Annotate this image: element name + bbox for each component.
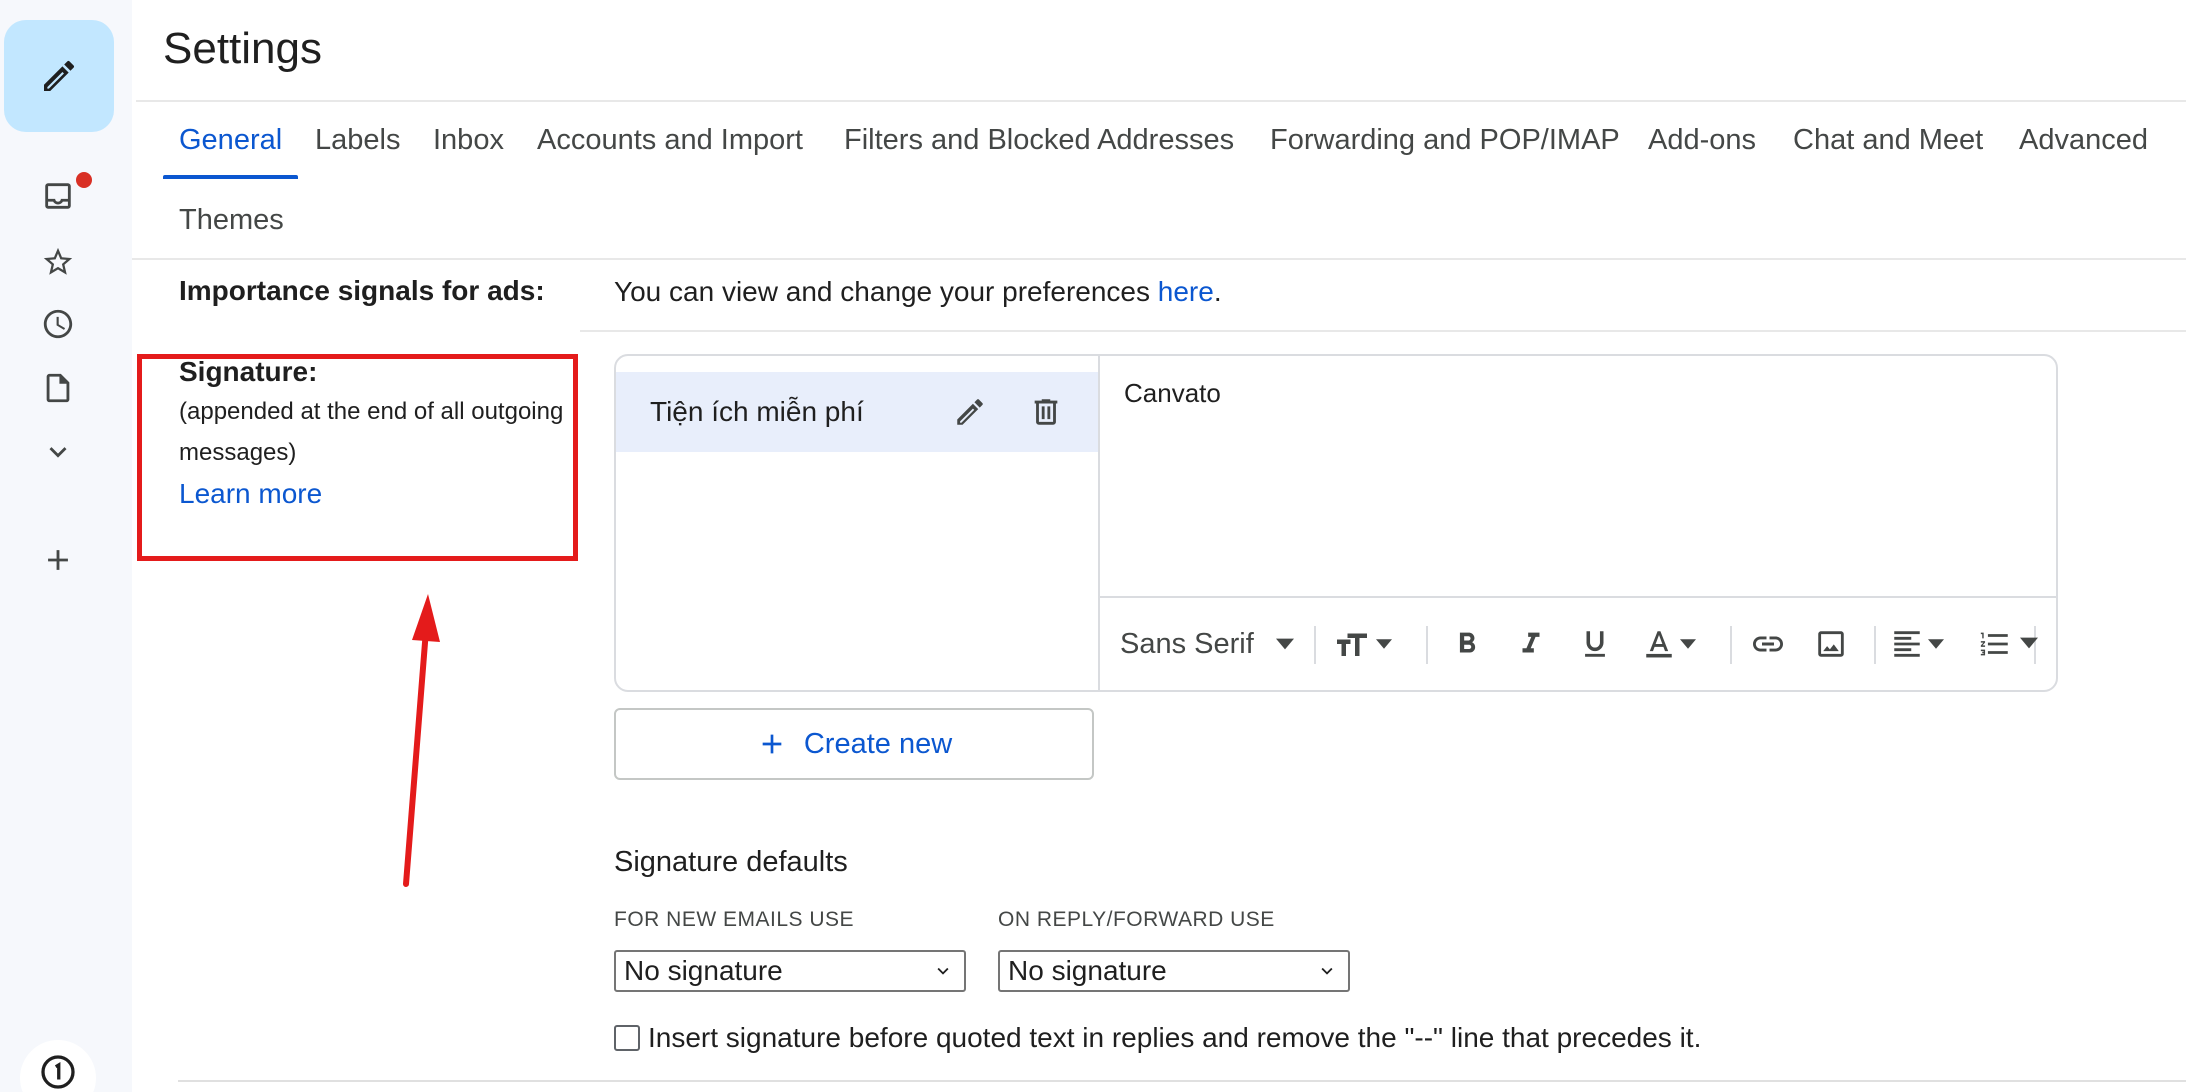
clock-icon[interactable] bbox=[38, 304, 78, 344]
signature-content[interactable]: Canvato bbox=[1124, 378, 1221, 409]
font-family-label: Sans Serif bbox=[1120, 627, 1254, 660]
plus-icon bbox=[762, 734, 782, 754]
font-size-button[interactable] bbox=[1334, 624, 1392, 664]
insert-before-quoted-checkbox[interactable] bbox=[614, 1025, 640, 1051]
signature-name: Tiện ích miễn phí bbox=[650, 396, 864, 427]
row-divider bbox=[580, 330, 2186, 332]
tab-themes[interactable]: Themes bbox=[179, 204, 284, 237]
signature-list-item[interactable]: Tiện ích miễn phí bbox=[616, 372, 1098, 452]
tab-labels[interactable]: Labels bbox=[315, 124, 400, 157]
edit-pencil-icon[interactable] bbox=[950, 392, 990, 432]
text-size-icon bbox=[1337, 633, 1367, 656]
unread-dot bbox=[76, 172, 92, 188]
tabs-divider bbox=[132, 258, 2186, 260]
font-family-select[interactable]: Sans Serif bbox=[1120, 624, 1294, 664]
title-divider bbox=[136, 100, 2186, 102]
chevron-down-icon bbox=[1321, 967, 1333, 975]
compose-button[interactable] bbox=[4, 20, 114, 132]
reply-forward-signature-select[interactable]: No signature bbox=[998, 950, 1350, 992]
support-icon[interactable] bbox=[20, 1040, 96, 1092]
tab-advanced[interactable]: Advanced bbox=[2019, 124, 2148, 157]
toolbar-separator bbox=[1426, 626, 1428, 664]
toolbar-separator bbox=[1874, 626, 1876, 664]
tab-chat-and-meet[interactable]: Chat and Meet bbox=[1793, 124, 1983, 157]
bottom-divider bbox=[178, 1080, 2186, 1082]
tab-accounts-and-import[interactable]: Accounts and Import bbox=[537, 124, 803, 157]
size-dropdown-arrow-icon bbox=[1376, 639, 1392, 649]
reply-forward-signature-value: No signature bbox=[1008, 955, 1167, 986]
signature-defaults-title: Signature defaults bbox=[614, 846, 848, 878]
more-formatting-arrow-icon[interactable] bbox=[2020, 636, 2038, 654]
numbered-list-icon[interactable] bbox=[1978, 624, 2012, 664]
chevron-down-icon bbox=[937, 967, 949, 975]
importance-signals-label: Importance signals for ads: bbox=[179, 275, 545, 306]
chevron-down-icon[interactable] bbox=[38, 432, 78, 472]
tab-filters-and-blocked-addresses[interactable]: Filters and Blocked Addresses bbox=[844, 124, 1234, 157]
bold-icon[interactable] bbox=[1450, 624, 1484, 664]
link-icon[interactable] bbox=[1750, 624, 1786, 664]
toolbar-separator bbox=[1730, 626, 1732, 664]
align-left-icon bbox=[1894, 631, 1920, 657]
pencil-icon bbox=[44, 60, 74, 91]
formatting-toolbar: Sans Serif bbox=[1100, 596, 2056, 690]
trash-icon[interactable] bbox=[1026, 392, 1066, 432]
new-emails-signature-select[interactable]: No signature bbox=[614, 950, 966, 992]
new-emails-label: FOR NEW EMAILS USE bbox=[614, 908, 855, 931]
color-dropdown-arrow-icon bbox=[1680, 639, 1696, 649]
tab-add-ons[interactable]: Add-ons bbox=[1648, 124, 1756, 157]
align-button[interactable] bbox=[1890, 624, 1944, 664]
create-new-label: Create new bbox=[803, 727, 953, 760]
inbox-icon[interactable] bbox=[38, 176, 78, 216]
toolbar-separator bbox=[1314, 626, 1316, 664]
tab-general[interactable]: General bbox=[179, 124, 282, 157]
importance-period: . bbox=[1213, 276, 1222, 307]
align-dropdown-arrow-icon bbox=[1928, 639, 1944, 649]
importance-text: You can view and change your preferences bbox=[614, 276, 1158, 307]
underline-icon[interactable] bbox=[1578, 624, 1612, 664]
page-title: Settings bbox=[163, 24, 322, 73]
tab-inbox[interactable]: Inbox bbox=[433, 124, 504, 157]
plus-icon[interactable] bbox=[38, 540, 78, 580]
annotation-highlight-box bbox=[137, 354, 578, 561]
star-icon[interactable] bbox=[38, 242, 78, 282]
new-emails-signature-value: No signature bbox=[624, 955, 783, 986]
preferences-here-link[interactable]: here bbox=[1158, 276, 1214, 307]
text-color-button[interactable] bbox=[1642, 624, 1696, 664]
create-new-button[interactable]: Create new bbox=[614, 708, 1094, 780]
tab-forwarding-pop-imap[interactable]: Forwarding and POP/IMAP bbox=[1270, 124, 1620, 157]
font-dropdown-arrow-icon bbox=[1275, 638, 1294, 650]
nav-rail bbox=[0, 0, 132, 1092]
signature-list: Tiện ích miễn phí bbox=[616, 356, 1100, 690]
insert-before-quoted-label: Insert signature before quoted text in r… bbox=[648, 1022, 1702, 1053]
italic-icon[interactable] bbox=[1514, 624, 1548, 664]
active-tab-indicator bbox=[163, 175, 298, 179]
signature-editor: Tiện ích miễn phí Canvato Sans Serif bbox=[614, 354, 2058, 692]
importance-signals-text: You can view and change your preferences… bbox=[614, 276, 1222, 308]
text-color-icon bbox=[1646, 631, 1672, 658]
reply-forward-label: ON REPLY/FORWARD USE bbox=[998, 908, 1275, 931]
draft-icon[interactable] bbox=[38, 368, 78, 408]
image-icon[interactable] bbox=[1814, 624, 1848, 664]
